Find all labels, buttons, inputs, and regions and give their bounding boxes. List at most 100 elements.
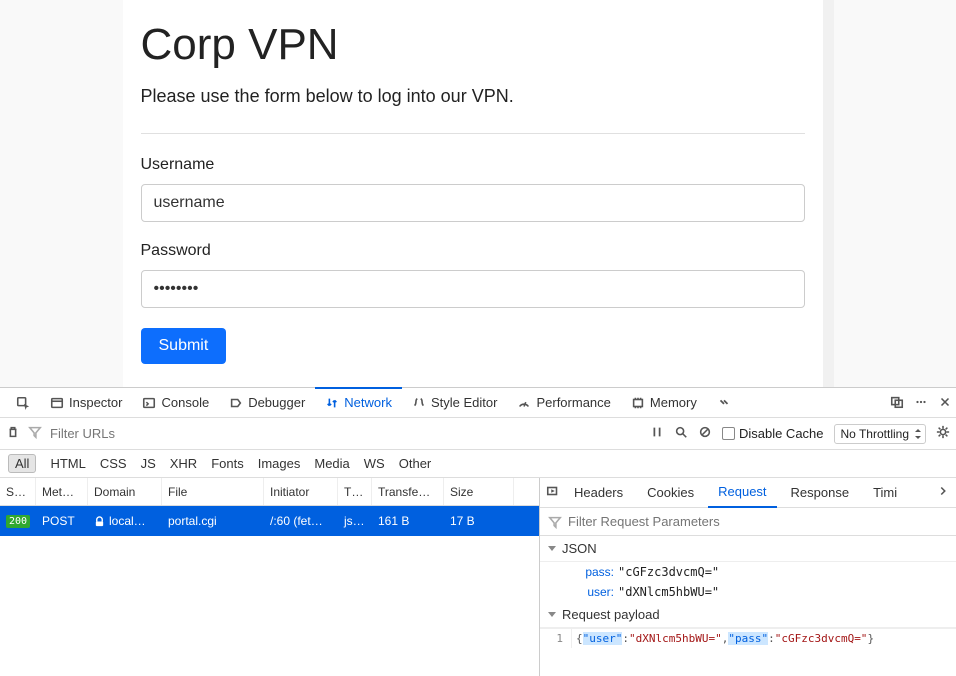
type-other[interactable]: Other [399,456,432,471]
filter-icon[interactable] [28,425,42,442]
page-subtitle: Please use the form below to log into ou… [141,86,805,107]
status-badge: 200 [6,515,30,528]
type-media[interactable]: Media [314,456,349,471]
type-images[interactable]: Images [258,456,301,471]
cell-file: portal.cgi [162,506,264,536]
tab-network[interactable]: Network [315,387,402,417]
details-tab-cookies[interactable]: Cookies [637,478,704,508]
close-devtools-icon[interactable] [938,395,952,412]
json-user-key: user: [578,585,618,599]
chevron-down-icon [548,546,556,551]
password-input[interactable] [141,270,805,308]
col-size[interactable]: Size [444,478,514,505]
page-scrollbar[interactable] [823,0,834,387]
network-settings-icon[interactable] [936,425,950,442]
disable-cache-label: Disable Cache [739,426,824,441]
details-tabs: Headers Cookies Request Response Timi [540,478,956,508]
devtools-panel: Inspector Console Debugger Network Style… [0,387,956,676]
tab-style-editor-label: Style Editor [431,395,497,410]
tab-console-label: Console [161,395,209,410]
col-type[interactable]: T… [338,478,372,505]
page-title: Corp VPN [141,20,805,70]
disable-cache-checkbox[interactable] [722,427,735,440]
cell-size: 17 B [444,506,514,536]
tab-network-label: Network [344,395,392,410]
payload-row: 1 {"user":"dXNlcm5hbWU=","pass":"cGFzc3d… [540,628,956,648]
details-filter-row [540,508,956,536]
tab-style-editor[interactable]: Style Editor [402,388,507,418]
pick-element-icon[interactable] [6,388,40,418]
payload-section-toggle[interactable]: Request payload [540,602,956,628]
request-row[interactable]: 200 POST local… portal.cgi /:60 (fet… js… [0,506,539,536]
type-css[interactable]: CSS [100,456,127,471]
payload-code[interactable]: {"user":"dXNlcm5hbWU=","pass":"cGFzc3dvc… [572,629,878,648]
type-js[interactable]: JS [141,456,156,471]
chevron-down-icon [548,612,556,617]
tab-debugger-label: Debugger [248,395,305,410]
divider [141,133,805,134]
search-icon[interactable] [674,425,688,442]
details-tab-request[interactable]: Request [708,478,776,508]
json-pass-key: pass: [578,565,618,579]
tab-performance-label: Performance [536,395,610,410]
throttling-select[interactable]: No Throttling [834,424,926,444]
cell-domain: local… [88,506,162,536]
submit-button[interactable]: Submit [141,328,227,364]
requests-table: S… Met… Domain File Initiator T… Transfe… [0,478,540,676]
type-fonts[interactable]: Fonts [211,456,244,471]
more-options-icon[interactable] [914,395,928,412]
web-page: Corp VPN Please use the form below to lo… [0,0,956,387]
password-label: Password [141,242,805,260]
type-ws[interactable]: WS [364,456,385,471]
clear-requests-icon[interactable] [6,425,20,442]
type-xhr[interactable]: XHR [170,456,197,471]
request-details: Headers Cookies Request Response Timi JS… [540,478,956,676]
cell-type: js… [338,506,372,536]
details-tab-timings[interactable]: Timi [863,478,907,508]
type-all[interactable]: All [8,454,36,473]
col-file[interactable]: File [162,478,264,505]
request-type-filter: All HTML CSS JS XHR Fonts Images Media W… [0,450,956,478]
json-section-toggle[interactable]: JSON [540,536,956,562]
json-user-row: user: "dXNlcm5hbWU=" [540,582,956,602]
devtools-toolbar: Inspector Console Debugger Network Style… [0,388,956,418]
details-tab-headers[interactable]: Headers [564,478,633,508]
col-domain[interactable]: Domain [88,478,162,505]
col-status[interactable]: S… [0,478,36,505]
json-user-val: "dXNlcm5hbWU=" [618,585,719,599]
pause-recording-icon[interactable] [650,425,664,442]
params-filter-input[interactable] [568,514,768,529]
username-input[interactable] [141,184,805,222]
payload-line-number: 1 [540,629,572,648]
filter-urls-input[interactable] [50,426,250,441]
tab-performance[interactable]: Performance [507,388,620,418]
tab-console[interactable]: Console [132,388,219,418]
tabs-overflow-icon[interactable] [707,388,741,418]
details-overflow-icon[interactable] [936,484,950,501]
tab-inspector[interactable]: Inspector [40,388,132,418]
tab-memory[interactable]: Memory [621,388,707,418]
resend-icon[interactable] [546,484,560,501]
json-heading: JSON [562,541,597,556]
username-label: Username [141,156,805,174]
requests-header: S… Met… Domain File Initiator T… Transfe… [0,478,539,506]
details-tab-response[interactable]: Response [781,478,860,508]
dock-mode-icon[interactable] [890,395,904,412]
cell-method: POST [36,506,88,536]
network-main: S… Met… Domain File Initiator T… Transfe… [0,478,956,676]
col-method[interactable]: Met… [36,478,88,505]
tab-inspector-label: Inspector [69,395,122,410]
cell-initiator: /:60 (fet… [264,506,338,536]
params-filter-icon[interactable] [548,515,562,529]
lock-icon [94,516,105,527]
type-html[interactable]: HTML [50,456,85,471]
disable-cache-toggle[interactable]: Disable Cache [722,426,824,441]
col-initiator[interactable]: Initiator [264,478,338,505]
cell-transferred: 161 B [372,506,444,536]
block-icon[interactable] [698,425,712,442]
network-filter-row: Disable Cache No Throttling [0,418,956,450]
col-transferred[interactable]: Transfe… [372,478,444,505]
json-pass-val: "cGFzc3dvcmQ=" [618,565,719,579]
json-pass-row: pass: "cGFzc3dvcmQ=" [540,562,956,582]
tab-debugger[interactable]: Debugger [219,388,315,418]
